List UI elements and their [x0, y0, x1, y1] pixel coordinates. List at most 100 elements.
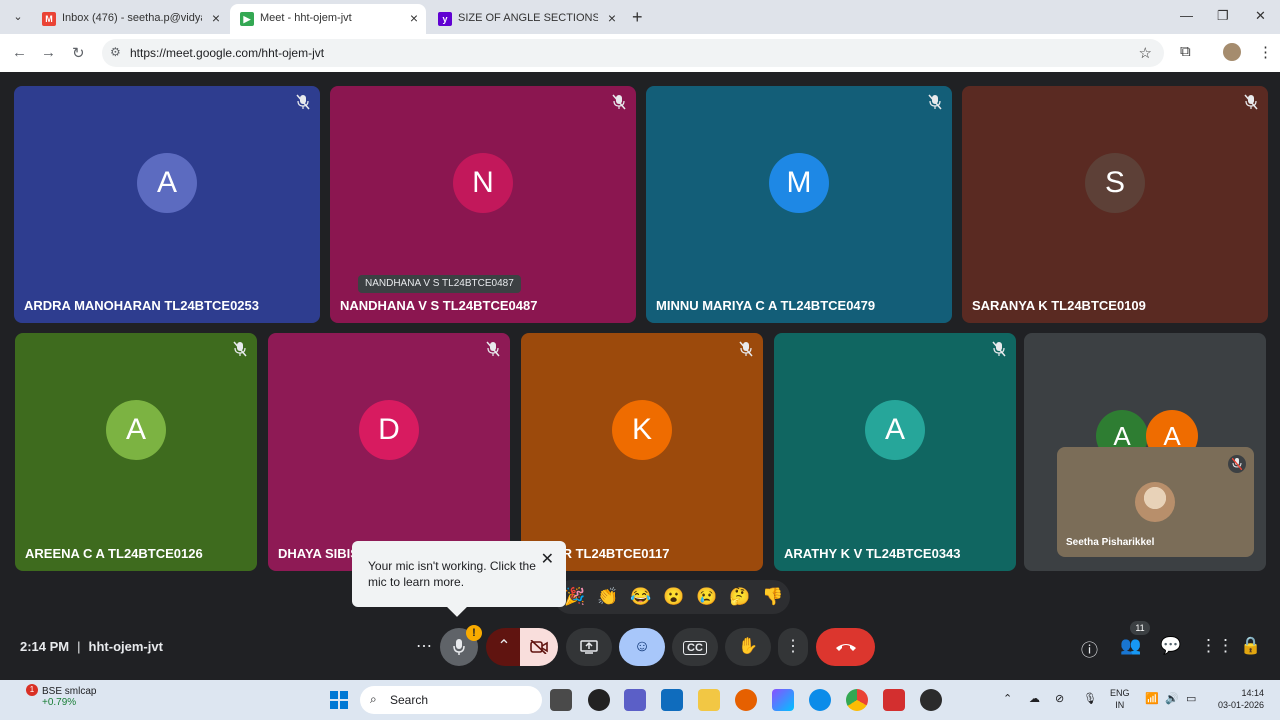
gmail-icon: M [42, 12, 56, 26]
thinking-reaction[interactable]: 🤔 [729, 587, 750, 607]
firefox-icon[interactable] [735, 689, 757, 711]
dell-app-icon[interactable] [588, 689, 610, 711]
language-indicator[interactable]: ENG IN [1110, 687, 1130, 711]
meeting-details-info-icon[interactable]: ⓘ [1081, 636, 1098, 661]
party-popper-reaction[interactable]: 🎉 [564, 587, 585, 607]
sad-reaction[interactable]: 😢 [696, 587, 717, 607]
search-icon: ⌕ [370, 692, 377, 706]
extensions-puzzle-icon[interactable]: ⧉ [1180, 43, 1191, 60]
captions-button[interactable]: CC [672, 628, 718, 666]
participant-name: AREENA C A TL24BTCE0126 [25, 546, 203, 561]
surprised-reaction[interactable]: 😮 [663, 587, 684, 607]
thumbs-down-reaction[interactable]: 👎 [762, 587, 783, 607]
microphone-tray-icon[interactable]: 🎙 [1083, 692, 1097, 705]
reactions-button[interactable]: ☺ [619, 628, 665, 666]
participant-avatar: N [453, 152, 513, 213]
muted-mic-icon [612, 94, 626, 110]
host-controls-lock-icon[interactable]: 🔒 [1240, 636, 1261, 656]
close-icon[interactable]: ✕ [541, 549, 554, 569]
participant-tile[interactable]: A ARATHY K V TL24BTCE0343 [774, 333, 1016, 571]
captions-cc-icon: CC [683, 641, 707, 655]
recorder-app-icon[interactable] [920, 689, 942, 711]
windows-taskbar: 1 BSE smlcap +0.79% ⌕ Search ⌃ ☁ ⊘ 🎙 ENG… [0, 680, 1280, 720]
activities-grid-icon[interactable]: ⋮⋮ [1200, 636, 1234, 656]
participant-tile[interactable]: K HIKA ER TL24BTCE0117 [521, 333, 763, 571]
window-close-icon[interactable]: ✕ [1255, 8, 1266, 24]
file-explorer-icon[interactable] [698, 689, 720, 711]
clock-date: 03-01-2026 [1217, 700, 1264, 710]
site-settings-icon[interactable]: ⚙ [110, 45, 121, 59]
bookmark-star-icon[interactable]: ☆ [1139, 44, 1152, 62]
present-screen-button[interactable] [566, 628, 612, 666]
people-icon[interactable]: 👥 [1120, 636, 1141, 656]
reload-icon[interactable]: ↻ [72, 44, 85, 62]
forward-arrow-icon[interactable]: → [41, 44, 56, 61]
task-view-icon[interactable] [550, 689, 572, 711]
onedrive-cloud-icon[interactable]: ☁ [1029, 692, 1040, 705]
present-screen-icon [580, 640, 598, 654]
edge-icon[interactable] [809, 689, 831, 711]
tab-gmail[interactable]: M Inbox (476) - seetha.p@vidyaacademy.ac… [32, 4, 228, 34]
meet-tray-icon[interactable]: ⊘ [1055, 692, 1064, 705]
participant-avatar: D [359, 400, 419, 460]
tab-search-chevron-icon[interactable]: ⌄ [8, 7, 28, 27]
teams-icon[interactable] [624, 689, 646, 711]
participant-tile[interactable]: A AREENA C A TL24BTCE0126 [15, 333, 257, 571]
leave-call-button[interactable] [816, 628, 875, 666]
wifi-icon[interactable]: 📶 [1145, 692, 1159, 705]
camera-button[interactable] [520, 628, 558, 666]
laugh-reaction[interactable]: 😂 [630, 587, 651, 607]
copilot-icon[interactable] [772, 689, 794, 711]
tray-overflow-chevron-icon[interactable]: ⌃ [1003, 692, 1012, 705]
close-icon[interactable]: × [608, 10, 616, 26]
participant-count-badge: 11 [1130, 621, 1150, 635]
taskbar-search[interactable]: ⌕ Search [360, 686, 542, 714]
tab-yahoo[interactable]: y SIZE OF ANGLE SECTIONS - Yahoo Search … [428, 4, 624, 34]
system-clock[interactable]: 14:14 03-01-2026 [1210, 687, 1264, 711]
volume-icon[interactable]: 🔊 [1165, 692, 1179, 705]
participant-avatar: A [106, 400, 166, 460]
participant-name: DHAYA SIBIS [278, 546, 359, 561]
muted-mic-icon [928, 94, 942, 110]
raise-hand-button[interactable]: ✋ [725, 628, 771, 666]
stock-name: BSE smlcap [42, 686, 97, 697]
new-tab-plus-icon[interactable]: + [632, 7, 643, 28]
stock-change: +0.79% [42, 697, 77, 708]
camera-options-chevron[interactable]: ⌃ [486, 628, 522, 666]
restore-icon[interactable]: ❐ [1217, 8, 1229, 24]
participant-tile[interactable]: A ARDRA MANOHARAN TL24BTCE0253 [14, 86, 320, 323]
participant-tile[interactable]: S SARANYA K TL24BTCE0109 [962, 86, 1268, 323]
participant-avatar: M [769, 152, 829, 213]
chrome-icon[interactable] [846, 689, 868, 711]
reactions-bar: 🎉 👏 😂 😮 😢 🤔 👎 [554, 580, 790, 614]
minimize-icon[interactable]: — [1180, 8, 1193, 23]
participant-tile[interactable]: M MINNU MARIYA C A TL24BTCE0479 [646, 86, 952, 323]
participant-name-tooltip: NANDHANA V S TL24BTCE0487 [358, 275, 521, 293]
windows-start-icon[interactable] [330, 691, 348, 709]
muted-mic-icon [486, 341, 500, 357]
tab-meet[interactable]: ▶ Meet - hht-ojem-jvt × [230, 4, 426, 34]
chat-icon[interactable]: 💬 [1160, 636, 1181, 656]
browser-menu-icon[interactable]: ⋮ [1258, 43, 1273, 61]
mic-warning-text: Your mic isn't working. Click the mic to… [368, 559, 536, 589]
store-icon[interactable] [661, 689, 683, 711]
close-icon[interactable]: × [212, 10, 220, 26]
self-view-tile[interactable]: Seetha Pisharikkel [1057, 447, 1254, 557]
url-text[interactable]: https://meet.google.com/hht-ojem-jvt [130, 46, 324, 60]
clap-reaction[interactable]: 👏 [597, 587, 618, 607]
mic-warning-popup[interactable]: Your mic isn't working. Click the mic to… [352, 541, 566, 617]
participant-name: SARANYA K TL24BTCE0109 [972, 298, 1146, 313]
more-options-dots-icon[interactable]: ⋯ [406, 628, 442, 666]
address-bar-row: ← → ↻ ⚙ https://meet.google.com/hht-ojem… [0, 34, 1280, 72]
muted-mic-icon [739, 341, 753, 357]
omnibox[interactable]: ⚙ https://meet.google.com/hht-ojem-jvt ☆ [102, 39, 1164, 67]
wps-office-icon[interactable] [883, 689, 905, 711]
more-options-button[interactable]: ⋮ [778, 628, 808, 666]
back-arrow-icon[interactable]: ← [12, 44, 27, 61]
region-code: IN [1115, 700, 1125, 710]
participant-tile[interactable]: D DHAYA SIBIS [268, 333, 510, 571]
close-icon[interactable]: × [410, 10, 418, 26]
battery-icon[interactable]: ▭ [1186, 692, 1196, 705]
profile-avatar[interactable] [1223, 43, 1241, 61]
stock-widget[interactable]: BSE smlcap +0.79% [18, 686, 96, 708]
